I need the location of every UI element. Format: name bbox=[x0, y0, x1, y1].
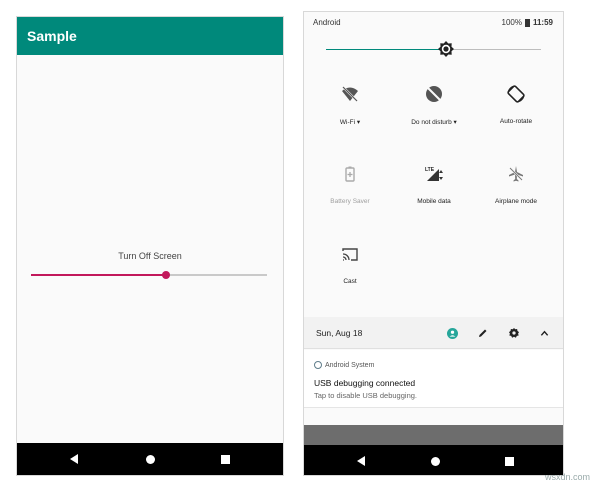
wifi-off-icon bbox=[342, 86, 358, 102]
auto-rotate-icon bbox=[507, 85, 525, 103]
main-content: Turn Off Screen bbox=[17, 55, 283, 445]
mobile-data-icon: LTE bbox=[425, 167, 443, 181]
tile-battery-saver[interactable]: Battery Saver bbox=[310, 164, 390, 234]
recents-button[interactable] bbox=[210, 443, 240, 475]
tile-auto-rotate[interactable]: Auto-rotate bbox=[476, 84, 556, 154]
app-bar: Sample bbox=[17, 17, 283, 55]
navigation-bar bbox=[304, 445, 563, 475]
status-right: 100% 11:59 bbox=[502, 18, 554, 27]
tile-do-not-disturb[interactable]: Do not disturb ▾ bbox=[394, 84, 474, 154]
user-icon bbox=[446, 327, 458, 339]
slider-label: Turn Off Screen bbox=[118, 251, 182, 261]
recents-icon bbox=[220, 454, 230, 464]
home-icon bbox=[145, 454, 155, 464]
navigation-bar bbox=[17, 443, 283, 475]
do-not-disturb-icon bbox=[426, 86, 442, 102]
back-button[interactable] bbox=[346, 445, 376, 475]
app-title: Sample bbox=[27, 28, 77, 44]
slider-thumb[interactable] bbox=[161, 271, 170, 279]
left-phone-screen: Sample Turn Off Screen bbox=[16, 16, 284, 476]
notification-peek bbox=[304, 408, 563, 424]
right-phone-screen: Android 100% 11:59 Wi-Fi ▾ Do not distur… bbox=[303, 11, 564, 476]
dropdown-icon: ▾ bbox=[453, 119, 457, 126]
clock: 11:59 bbox=[532, 18, 553, 27]
notification-title: USB debugging connected bbox=[314, 378, 416, 388]
tile-wifi[interactable]: Wi-Fi ▾ bbox=[310, 84, 390, 154]
notification-usb-debugging[interactable]: Android System USB debugging connected T… bbox=[304, 350, 563, 408]
settings-button[interactable] bbox=[507, 326, 521, 340]
back-icon bbox=[357, 456, 365, 466]
tile-label: Do not disturb ▾ bbox=[411, 119, 457, 126]
brightness-icon[interactable] bbox=[438, 41, 455, 57]
tile-label: Wi-Fi ▾ bbox=[339, 119, 361, 126]
edit-button[interactable] bbox=[476, 326, 490, 340]
tile-cast[interactable]: Cast bbox=[310, 244, 390, 314]
battery-icon bbox=[524, 18, 530, 27]
brightness-slider[interactable] bbox=[326, 41, 541, 57]
tile-label: Auto-rotate bbox=[499, 118, 533, 125]
collapse-button[interactable] bbox=[537, 326, 551, 340]
screenshot-root: Sample Turn Off Screen Android 100% 11:5… bbox=[0, 0, 600, 484]
home-button[interactable] bbox=[420, 445, 450, 475]
recents-button[interactable] bbox=[494, 445, 524, 475]
cast-icon bbox=[342, 248, 358, 261]
tile-airplane-mode[interactable]: Airplane mode bbox=[476, 164, 556, 234]
notification-text: Tap to disable USB debugging. bbox=[314, 391, 417, 400]
watermark: wsxdn.com bbox=[544, 472, 590, 482]
chevron-up-icon bbox=[540, 330, 548, 336]
background-scrim bbox=[304, 425, 563, 447]
gear-icon bbox=[509, 328, 519, 338]
tile-label: Airplane mode bbox=[495, 198, 537, 205]
date-label: Sun, Aug 18 bbox=[316, 328, 363, 338]
turn-off-screen-slider[interactable] bbox=[31, 271, 267, 279]
user-button[interactable] bbox=[445, 326, 459, 340]
svg-text:LTE: LTE bbox=[425, 167, 435, 173]
dropdown-icon: ▾ bbox=[356, 119, 361, 126]
edit-icon bbox=[479, 329, 487, 337]
tile-mobile-data[interactable]: LTE Mobile data bbox=[394, 164, 474, 234]
back-button[interactable] bbox=[59, 443, 89, 475]
tile-label: Battery Saver bbox=[330, 198, 370, 205]
recents-icon bbox=[504, 456, 514, 466]
carrier-label: Android bbox=[313, 18, 341, 27]
back-icon bbox=[70, 454, 78, 464]
tile-label: Mobile data bbox=[417, 198, 451, 205]
battery-saver-icon bbox=[345, 166, 355, 182]
brightness-fill bbox=[326, 49, 447, 50]
home-icon bbox=[430, 456, 440, 466]
notification-app-name: Android System bbox=[325, 362, 375, 369]
android-system-icon bbox=[314, 361, 322, 369]
quick-settings-footer: Sun, Aug 18 bbox=[304, 317, 563, 349]
slider-fill bbox=[31, 274, 166, 276]
tile-label: Cast bbox=[343, 278, 357, 285]
battery-percent: 100% bbox=[501, 18, 522, 27]
status-bar: Android 100% 11:59 bbox=[304, 12, 563, 34]
airplane-mode-icon bbox=[509, 166, 523, 182]
home-button[interactable] bbox=[135, 443, 165, 475]
